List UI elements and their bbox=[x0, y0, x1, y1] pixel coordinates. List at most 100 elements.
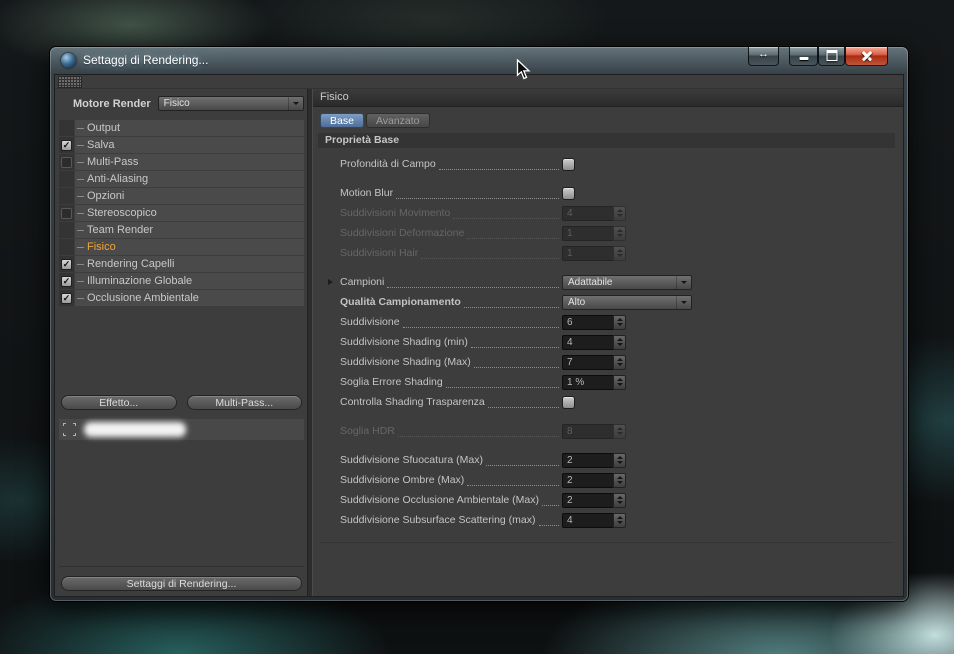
suddivisione-spinner: 6 bbox=[562, 314, 626, 330]
suddivisione-occlusione-ambientale-max-value-field[interactable]: 2 bbox=[562, 492, 613, 508]
top-strip bbox=[55, 75, 903, 89]
param-label: Soglia HDR bbox=[340, 425, 395, 437]
suddivisioni-hair-spinner: 1 bbox=[562, 245, 626, 261]
redacted-preset-name bbox=[84, 422, 186, 438]
left-buttons-row: Effetto... Multi-Pass... bbox=[61, 395, 302, 411]
dotted-leader bbox=[438, 159, 559, 170]
spinner-arrows-icon[interactable] bbox=[613, 225, 626, 241]
minimize-icon bbox=[799, 57, 808, 60]
grip-handle-icon[interactable] bbox=[58, 76, 82, 88]
unchecked-checkbox[interactable] bbox=[59, 154, 74, 170]
suddivisione-sfuocatura-max-value-field[interactable]: 2 bbox=[562, 452, 613, 468]
tree-item-occlusione-ambientale[interactable]: ✓ Occlusione Ambientale bbox=[59, 290, 304, 306]
qualita-campionamento-dropdown-value: Alto bbox=[568, 296, 586, 308]
preset-row[interactable] bbox=[59, 419, 304, 441]
tree-item-illuminazione-globale[interactable]: ✓ Illuminazione Globale bbox=[59, 273, 304, 289]
campioni-dropdown[interactable]: Adattabile bbox=[562, 274, 692, 290]
right-panel-header: Fisico bbox=[313, 89, 903, 107]
render-settings-button[interactable]: Settaggi di Rendering... bbox=[61, 576, 302, 591]
spinner-arrows-icon[interactable] bbox=[613, 423, 626, 439]
param-row-soglia-errore-shading: Soglia Errore Shading 1 % bbox=[318, 372, 895, 392]
param-label: Qualità Campionamento bbox=[340, 296, 461, 308]
effect-button[interactable]: Effetto... bbox=[61, 395, 177, 411]
spinner-arrows-icon[interactable] bbox=[613, 472, 626, 488]
right-panel-body: Base Avanzato Proprietà Base Profondità … bbox=[313, 107, 903, 596]
param-row-suddivisioni-movimento: Suddivisioni Movimento 4 bbox=[318, 203, 895, 223]
motion-blur-checkbox[interactable] bbox=[562, 186, 575, 200]
param-row-suddivisione-subsurface-scattering-max: Suddivisione Subsurface Scattering (max)… bbox=[318, 510, 895, 530]
expand-button[interactable] bbox=[748, 47, 779, 66]
soglia-hdr-value-field[interactable]: 8 bbox=[562, 423, 613, 439]
param-row-suddivisioni-deformazione: Suddivisioni Deformazione 1 bbox=[318, 223, 895, 243]
param-label: Suddivisione Sfuocatura (Max) bbox=[340, 454, 483, 466]
tree-item-multi-pass[interactable]: Multi-Pass bbox=[59, 154, 304, 170]
tree-item-stereoscopico[interactable]: Stereoscopico bbox=[59, 205, 304, 221]
render-engine-dropdown[interactable]: Fisico bbox=[157, 96, 304, 111]
window-title: Settaggi di Rendering... bbox=[83, 53, 209, 67]
soglia-errore-shading-value-field[interactable]: 1 % bbox=[562, 374, 613, 390]
tree-item-label: Fisico bbox=[75, 239, 304, 255]
tree-item-rendering-capelli[interactable]: ✓ Rendering Capelli bbox=[59, 256, 304, 272]
maximize-button[interactable] bbox=[818, 47, 845, 66]
tree-item-salva[interactable]: ✓ Salva bbox=[59, 137, 304, 153]
suddivisione-ombre-max-value-field[interactable]: 2 bbox=[562, 472, 613, 488]
spinner-arrows-icon[interactable] bbox=[613, 512, 626, 528]
unchecked-checkbox[interactable] bbox=[59, 205, 74, 221]
empty-checkbox-icon bbox=[61, 156, 72, 168]
minimize-button[interactable] bbox=[789, 47, 818, 66]
suddivisioni-deformazione-spinner: 1 bbox=[562, 225, 626, 241]
spinner-arrows-icon[interactable] bbox=[613, 205, 626, 221]
checked-checkbox[interactable]: ✓ bbox=[59, 256, 74, 272]
checked-checkbox[interactable]: ✓ bbox=[59, 137, 74, 153]
maximize-icon bbox=[826, 50, 837, 62]
suddivisione-shading-max-value-field[interactable]: 7 bbox=[562, 354, 613, 370]
checked-checkbox[interactable]: ✓ bbox=[59, 290, 74, 306]
tab-avanzato[interactable]: Avanzato bbox=[365, 113, 430, 128]
tree-checkbox-cell bbox=[59, 222, 74, 238]
param-label: Campioni bbox=[340, 276, 385, 288]
spinner-arrows-icon[interactable] bbox=[613, 452, 626, 468]
tree-item-label: Stereoscopico bbox=[75, 205, 304, 221]
qualita-campionamento-dropdown[interactable]: Alto bbox=[562, 294, 692, 310]
expander-triangle-icon[interactable] bbox=[328, 279, 333, 285]
tree-item-team-render[interactable]: Team Render bbox=[59, 222, 304, 238]
title-bar[interactable]: Settaggi di Rendering... bbox=[50, 47, 908, 74]
suddivisione-subsurface-scattering-max-value-field[interactable]: 4 bbox=[562, 512, 613, 528]
check-icon: ✓ bbox=[61, 139, 72, 151]
tree-item-opzioni[interactable]: Opzioni bbox=[59, 188, 304, 204]
chevron-down-icon bbox=[676, 275, 691, 289]
bottom-divider bbox=[320, 542, 893, 543]
suddivisioni-deformazione-value-field[interactable]: 1 bbox=[562, 225, 613, 241]
spinner-arrows-icon[interactable] bbox=[613, 374, 626, 390]
tree-item-fisico[interactable]: Fisico bbox=[59, 239, 304, 255]
spinner-arrows-icon[interactable] bbox=[613, 492, 626, 508]
suddivisione-shading-min-value-field[interactable]: 4 bbox=[562, 334, 613, 350]
close-button[interactable] bbox=[845, 47, 888, 66]
spinner-arrows-icon[interactable] bbox=[613, 245, 626, 261]
check-icon: ✓ bbox=[61, 275, 72, 287]
close-icon bbox=[861, 50, 873, 62]
soglia-errore-shading-spinner: 1 % bbox=[562, 374, 626, 390]
dotted-leader bbox=[473, 357, 559, 368]
tree-item-output[interactable]: Output bbox=[59, 120, 304, 136]
app-icon bbox=[61, 53, 76, 68]
controlla-shading-trasparenza-checkbox[interactable] bbox=[562, 395, 575, 409]
tree-item-anti-aliasing[interactable]: Anti-Aliasing bbox=[59, 171, 304, 187]
checked-checkbox[interactable]: ✓ bbox=[59, 273, 74, 289]
engine-label: Motore Render bbox=[73, 97, 151, 110]
desktop: { "window": { "title": "Settaggi di Rend… bbox=[0, 0, 954, 654]
tab-base[interactable]: Base bbox=[320, 113, 364, 128]
spinner-arrows-icon[interactable] bbox=[613, 354, 626, 370]
bottom-button-area: Settaggi di Rendering... bbox=[59, 566, 304, 593]
spinner-arrows-icon[interactable] bbox=[613, 334, 626, 350]
multipass-button[interactable]: Multi-Pass... bbox=[186, 395, 302, 411]
check-icon: ✓ bbox=[61, 292, 72, 304]
suddivisione-value-field[interactable]: 6 bbox=[562, 314, 613, 330]
suddivisioni-hair-value-field[interactable]: 1 bbox=[562, 245, 613, 261]
spinner-arrows-icon[interactable] bbox=[613, 314, 626, 330]
profondita-di-campo-checkbox[interactable] bbox=[562, 157, 575, 171]
suddivisioni-movimento-value-field[interactable]: 4 bbox=[562, 205, 613, 221]
dotted-leader bbox=[402, 317, 559, 328]
